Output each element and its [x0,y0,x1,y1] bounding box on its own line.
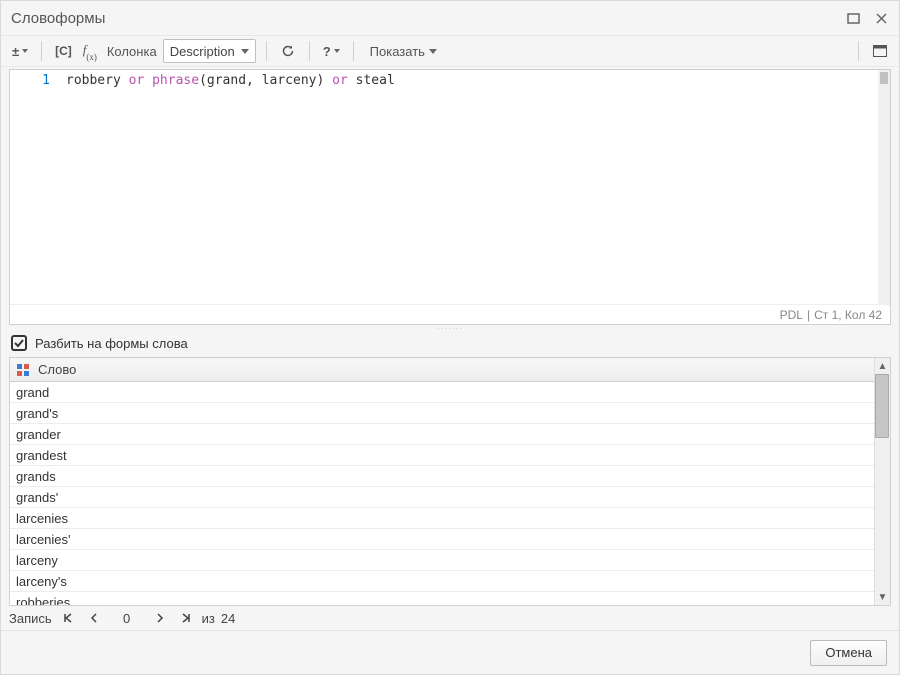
code-token: larceny [262,73,317,88]
column-select-value: Description [170,44,235,59]
separator [309,41,310,61]
column-label: Колонка [105,44,159,59]
wordforms-grid: Слово grandgrand'sgrandergrandestgrandsg… [9,357,891,606]
code-token: steal [356,73,395,88]
maximize-icon[interactable] [845,10,861,26]
fx-icon: f(x) [83,42,97,60]
table-row[interactable]: larcenies' [10,529,890,550]
help-icon: ? [323,44,331,59]
panel-toggle-button[interactable] [869,40,891,62]
titlebar: Словоформы [1,1,899,35]
panel-icon [873,45,887,57]
scroll-down-icon[interactable]: ▼ [875,589,891,605]
cancel-label: Отмена [825,645,872,660]
separator [858,41,859,61]
show-label: Показать [370,44,425,59]
of-label: из [202,611,215,626]
help-button[interactable]: ? [320,40,343,62]
plusminus-icon: ± [12,44,19,59]
nav-prev-button[interactable] [84,608,104,628]
table-row[interactable]: grands' [10,487,890,508]
check-icon [14,338,24,348]
table-row[interactable]: larceny's [10,571,890,592]
brackets-icon: [C] [55,44,72,58]
plusminus-button[interactable]: ± [9,40,31,62]
show-button[interactable]: Показать [364,40,443,62]
refresh-button[interactable] [277,40,299,62]
record-label: Запись [9,611,52,626]
editor-body[interactable]: 1 robbery or phrase(grand, larceny) or s… [10,70,890,304]
grid-header-icon [16,363,30,377]
editor-cursor-pos: Ст 1, Кол 42 [814,308,882,322]
table-row[interactable]: grands [10,466,890,487]
code-area[interactable]: robbery or phrase(grand, larceny) or ste… [60,70,890,304]
grid-scrollbar[interactable]: ▲ ▼ [874,358,890,605]
grid-header-label: Слово [38,362,76,377]
nav-first-button[interactable] [58,608,78,628]
code-keyword: or [332,73,348,88]
chevron-down-icon [429,49,437,54]
scrollbar-track[interactable] [875,374,890,589]
scrollbar-thumb[interactable] [875,374,889,438]
grid-rows: grandgrand'sgrandergrandestgrandsgrands'… [10,382,890,605]
refresh-icon [281,44,295,58]
table-row[interactable]: grandest [10,445,890,466]
toolbar: ± [C] f(x) Колонка Description ? Показат… [1,35,899,67]
scroll-up-icon[interactable]: ▲ [875,358,891,374]
code-token: grand [207,73,246,88]
table-row[interactable]: grand's [10,403,890,424]
split-wordforms-checkbox[interactable] [11,335,27,351]
code-token: ) [317,73,325,88]
wordforms-dialog: Словоформы ± [C] f(x) Колонка Descriptio… [0,0,900,675]
editor-scrollbar[interactable] [878,70,890,304]
nav-next-button[interactable] [150,608,170,628]
code-token: ( [199,73,207,88]
code-token: robbery [66,73,121,88]
separator [353,41,354,61]
code-function: phrase [152,73,199,88]
table-row[interactable]: robberies [10,592,890,605]
table-row[interactable]: grander [10,424,890,445]
record-navigator: Запись 0 из 24 [1,606,899,630]
split-wordforms-option: Разбить на формы слова [1,331,899,357]
table-row[interactable]: grand [10,382,890,403]
dialog-footer: Отмена [1,630,899,674]
line-gutter: 1 [10,70,60,304]
close-icon[interactable] [873,10,889,26]
cancel-button[interactable]: Отмена [810,640,887,666]
record-index[interactable]: 0 [110,611,144,626]
line-number: 1 [42,73,50,88]
fx-button[interactable]: f(x) [79,40,101,62]
chevron-down-icon [22,49,28,53]
brackets-button[interactable]: [C] [52,40,75,62]
chevron-down-icon [241,49,249,54]
code-editor: 1 robbery or phrase(grand, larceny) or s… [9,69,891,325]
separator [41,41,42,61]
window-title: Словоформы [11,10,833,27]
split-wordforms-label: Разбить на формы слова [35,336,188,351]
code-keyword: or [129,73,145,88]
record-total: 24 [221,611,235,626]
separator [266,41,267,61]
editor-statusbar: PDL | Ст 1, Кол 42 [10,304,890,324]
scrollbar-thumb[interactable] [880,72,888,84]
column-select[interactable]: Description [163,39,256,63]
chevron-down-icon [334,49,340,53]
code-token: , [246,73,262,88]
nav-last-button[interactable] [176,608,196,628]
grid-header[interactable]: Слово [10,358,890,382]
table-row[interactable]: larceny [10,550,890,571]
editor-lang: PDL [780,308,803,322]
table-row[interactable]: larcenies [10,508,890,529]
editor-sep: | [807,308,810,322]
